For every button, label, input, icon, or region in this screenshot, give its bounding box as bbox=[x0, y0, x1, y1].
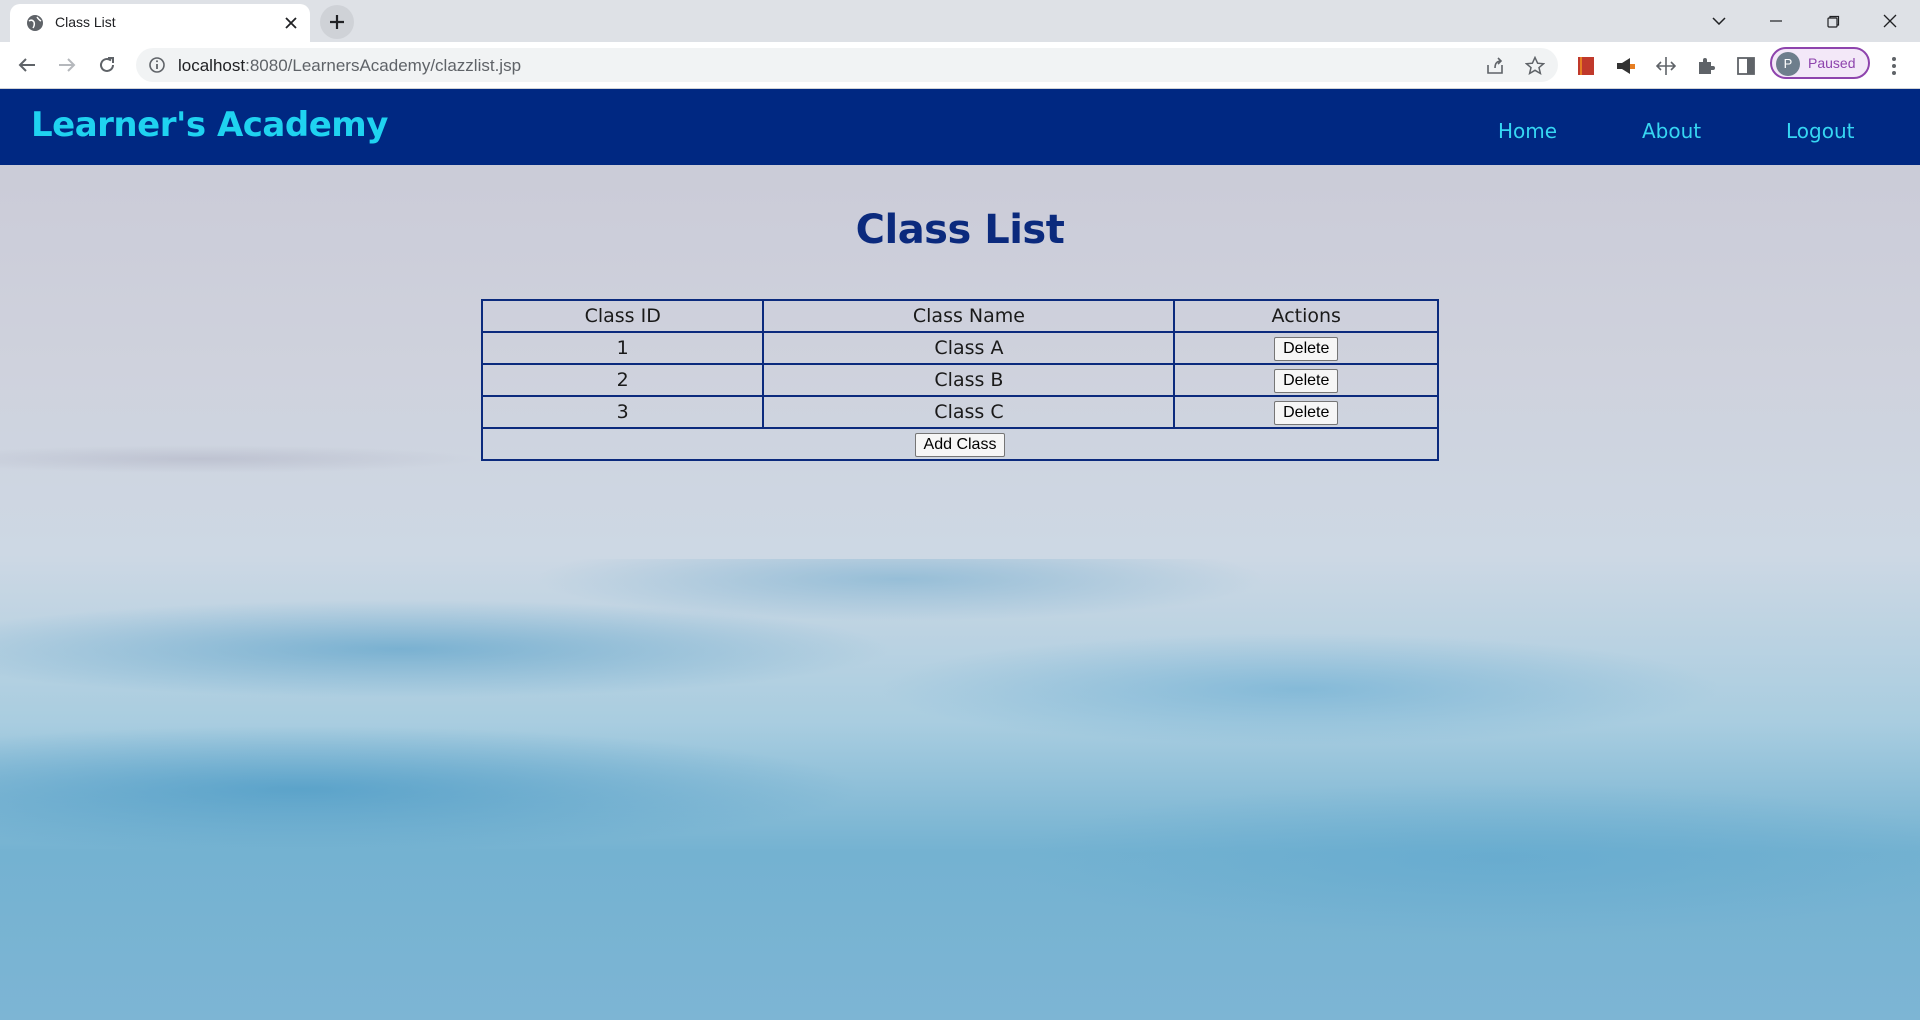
table-row: 1 Class A Delete bbox=[480, 331, 1439, 365]
extension-book-icon[interactable] bbox=[1574, 54, 1598, 78]
extension-move-icon[interactable] bbox=[1654, 54, 1678, 78]
table-row: 2 Class B Delete bbox=[480, 363, 1439, 397]
nav-logout-link[interactable]: Logout bbox=[1786, 119, 1854, 143]
info-icon[interactable] bbox=[148, 56, 166, 74]
minimize-icon[interactable] bbox=[1761, 6, 1791, 36]
tab-title: Class List bbox=[55, 14, 116, 30]
plus-icon bbox=[330, 15, 344, 29]
class-id-cell: 2 bbox=[480, 363, 765, 397]
brand-logo[interactable]: Learner's Academy bbox=[31, 105, 388, 145]
page-content: Learner's Academy Home About Logout Clas… bbox=[0, 89, 1920, 1020]
extension-megaphone-icon[interactable] bbox=[1614, 54, 1638, 78]
delete-button[interactable]: Delete bbox=[1274, 368, 1339, 393]
column-header-class-name: Class Name bbox=[762, 299, 1176, 333]
nav-about-link[interactable]: About bbox=[1642, 119, 1701, 143]
add-cell: Add Class bbox=[481, 427, 1439, 461]
class-name-cell: Class A bbox=[762, 331, 1176, 365]
extensions-puzzle-icon[interactable] bbox=[1694, 54, 1718, 78]
class-table: Class ID Class Name Actions 1 Class A De… bbox=[480, 299, 1439, 461]
url-text[interactable]: localhost:8080/LearnersAcademy/clazzlist… bbox=[178, 56, 521, 76]
actions-cell: Delete bbox=[1173, 331, 1439, 365]
tab-strip: Class List bbox=[0, 0, 1920, 42]
url-path: :8080/LearnersAcademy/clazzlist.jsp bbox=[245, 56, 522, 75]
site-header: Learner's Academy Home About Logout bbox=[0, 89, 1920, 165]
side-panel-icon[interactable] bbox=[1734, 54, 1758, 78]
table-header-row: Class ID Class Name Actions bbox=[480, 299, 1439, 333]
actions-cell: Delete bbox=[1173, 363, 1439, 397]
delete-button[interactable]: Delete bbox=[1274, 400, 1339, 425]
close-window-icon[interactable] bbox=[1875, 6, 1905, 36]
nav-home-link[interactable]: Home bbox=[1498, 119, 1557, 143]
avatar: P bbox=[1776, 52, 1800, 76]
column-header-class-id: Class ID bbox=[480, 299, 765, 333]
reload-icon[interactable] bbox=[92, 50, 122, 80]
class-name-cell: Class B bbox=[762, 363, 1176, 397]
share-icon[interactable] bbox=[1484, 55, 1506, 77]
actions-cell: Delete bbox=[1173, 395, 1439, 429]
class-id-cell: 3 bbox=[480, 395, 765, 429]
table-row: 3 Class C Delete bbox=[480, 395, 1439, 429]
new-tab-button[interactable] bbox=[320, 5, 354, 39]
address-bar[interactable]: localhost:8080/LearnersAcademy/clazzlist… bbox=[136, 48, 1558, 82]
column-header-actions: Actions bbox=[1173, 299, 1439, 333]
back-icon[interactable] bbox=[12, 50, 42, 80]
close-tab-icon[interactable] bbox=[280, 12, 302, 34]
forward-icon[interactable] bbox=[52, 50, 82, 80]
page-title: Class List bbox=[855, 207, 1065, 253]
browser-toolbar: localhost:8080/LearnersAcademy/clazzlist… bbox=[0, 42, 1920, 89]
browser-tab[interactable]: Class List bbox=[10, 4, 310, 42]
add-class-button[interactable]: Add Class bbox=[914, 432, 1006, 457]
background-mountains bbox=[0, 559, 1920, 1019]
add-row: Add Class bbox=[481, 427, 1439, 461]
profile-button[interactable]: P Paused bbox=[1770, 47, 1870, 79]
class-id-cell: 1 bbox=[480, 331, 765, 365]
profile-status: Paused bbox=[1808, 55, 1856, 71]
class-name-cell: Class C bbox=[762, 395, 1176, 429]
tab-search-chevron-icon[interactable] bbox=[1704, 6, 1734, 36]
more-menu-icon[interactable] bbox=[1882, 54, 1906, 78]
bookmark-star-icon[interactable] bbox=[1524, 55, 1546, 77]
globe-icon bbox=[27, 15, 43, 31]
url-host: localhost bbox=[178, 56, 246, 75]
delete-button[interactable]: Delete bbox=[1274, 336, 1339, 361]
restore-icon[interactable] bbox=[1818, 6, 1848, 36]
